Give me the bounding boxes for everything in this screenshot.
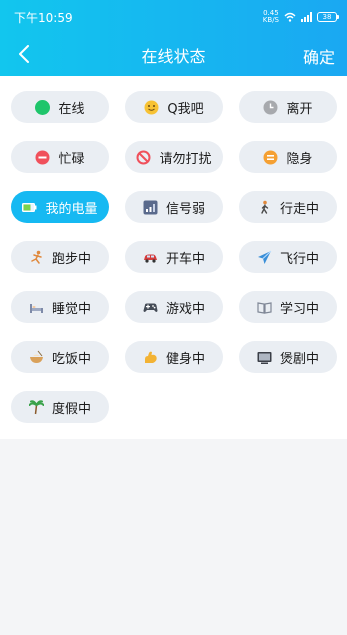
status-option-weak-signal[interactable]: 信号弱 [125, 191, 223, 223]
car-icon [143, 254, 157, 263]
minus-circle-icon [35, 150, 50, 164]
navigation-bar: 在线状态 确定 [0, 34, 347, 76]
status-option-away[interactable]: 离开 [239, 91, 337, 123]
tv-icon [257, 351, 272, 364]
confirm-button[interactable]: 确定 [303, 44, 335, 68]
do-not-disturb-icon [136, 150, 151, 164]
status-option-sleeping[interactable]: 睡觉中 [11, 291, 109, 323]
empty-background [0, 439, 347, 635]
bowl-icon [29, 350, 43, 363]
cell-signal-icon [301, 12, 312, 22]
status-option-do-not-disturb[interactable]: 请勿打扰 [125, 141, 223, 173]
back-button[interactable] [12, 41, 36, 67]
battery-level: 38 [322, 13, 332, 21]
status-option-q-me[interactable]: Q我吧 [125, 91, 223, 123]
status-label: 飞行中 [279, 251, 319, 267]
status-bar: 下午10:59 0.45 KB/S 38 [0, 0, 347, 34]
status-label: 健身中 [165, 351, 205, 367]
battery-indicator: 38 [317, 12, 339, 22]
muscle-icon [144, 351, 157, 363]
battery-icon [22, 202, 37, 212]
status-label: 信号弱 [165, 201, 205, 217]
status-label: 在线 [58, 101, 85, 117]
net-speed-indicator: 0.45 KB/S [263, 10, 279, 24]
status-label: 请勿打扰 [159, 151, 212, 167]
status-label: 跑步中 [51, 251, 91, 267]
palm-tree-icon [28, 399, 44, 414]
chevron-left-icon [19, 45, 29, 63]
net-speed-unit: KB/S [262, 16, 279, 24]
airplane-icon [257, 250, 272, 264]
status-option-busy[interactable]: 忙碌 [11, 141, 109, 173]
page-title: 在线状态 [141, 47, 206, 66]
status-option-binge-watching[interactable]: 煲剧中 [239, 341, 337, 373]
status-option-working-out[interactable]: 健身中 [125, 341, 223, 373]
status-label: 学习中 [279, 301, 319, 317]
equals-circle-icon [263, 150, 278, 164]
status-panel: 在线 Q我吧 离开 忙碌 请勿打扰 隐身 我的电量 信号弱 行走中 跑步中 开车… [0, 76, 347, 439]
status-option-invisible[interactable]: 隐身 [239, 141, 337, 173]
status-label: 煲剧中 [279, 351, 319, 367]
signal-icon [143, 200, 158, 214]
status-icons: 0.45 KB/S 38 [263, 10, 339, 24]
status-label: 开车中 [165, 251, 205, 267]
status-label: 度假中 [51, 401, 91, 417]
book-icon [257, 301, 272, 314]
wifi-icon [284, 12, 296, 22]
running-icon [31, 250, 42, 264]
gamepad-icon [143, 303, 158, 312]
status-option-online[interactable]: 在线 [11, 91, 109, 123]
status-grid: 在线 Q我吧 离开 忙碌 请勿打扰 隐身 我的电量 信号弱 行走中 跑步中 开车… [11, 91, 337, 423]
status-option-walking[interactable]: 行走中 [239, 191, 337, 223]
status-option-flying[interactable]: 飞行中 [239, 241, 337, 273]
walking-icon [261, 200, 269, 214]
smile-face-icon [144, 100, 159, 114]
status-option-gaming[interactable]: 游戏中 [125, 291, 223, 323]
status-time: 下午10:59 [14, 10, 73, 25]
status-option-running[interactable]: 跑步中 [11, 241, 109, 273]
status-label: 睡觉中 [51, 301, 91, 317]
status-option-my-battery[interactable]: 我的电量 [11, 191, 109, 223]
status-label: 忙碌 [58, 151, 85, 167]
status-label: 游戏中 [165, 301, 205, 317]
status-label: Q我吧 [167, 101, 204, 117]
status-label: 隐身 [286, 151, 313, 167]
status-label: 我的电量 [45, 201, 98, 217]
status-option-on-vacation[interactable]: 度假中 [11, 391, 109, 423]
status-option-studying[interactable]: 学习中 [239, 291, 337, 323]
status-label: 吃饭中 [51, 351, 91, 367]
bed-icon [29, 303, 43, 313]
status-label: 离开 [286, 101, 313, 117]
header: 下午10:59 0.45 KB/S 38 在线状态 确定 [0, 0, 347, 76]
clock-icon [263, 100, 278, 114]
green-dot-icon [35, 99, 51, 115]
status-label: 行走中 [279, 201, 319, 217]
status-option-eating[interactable]: 吃饭中 [11, 341, 109, 373]
status-option-driving[interactable]: 开车中 [125, 241, 223, 273]
